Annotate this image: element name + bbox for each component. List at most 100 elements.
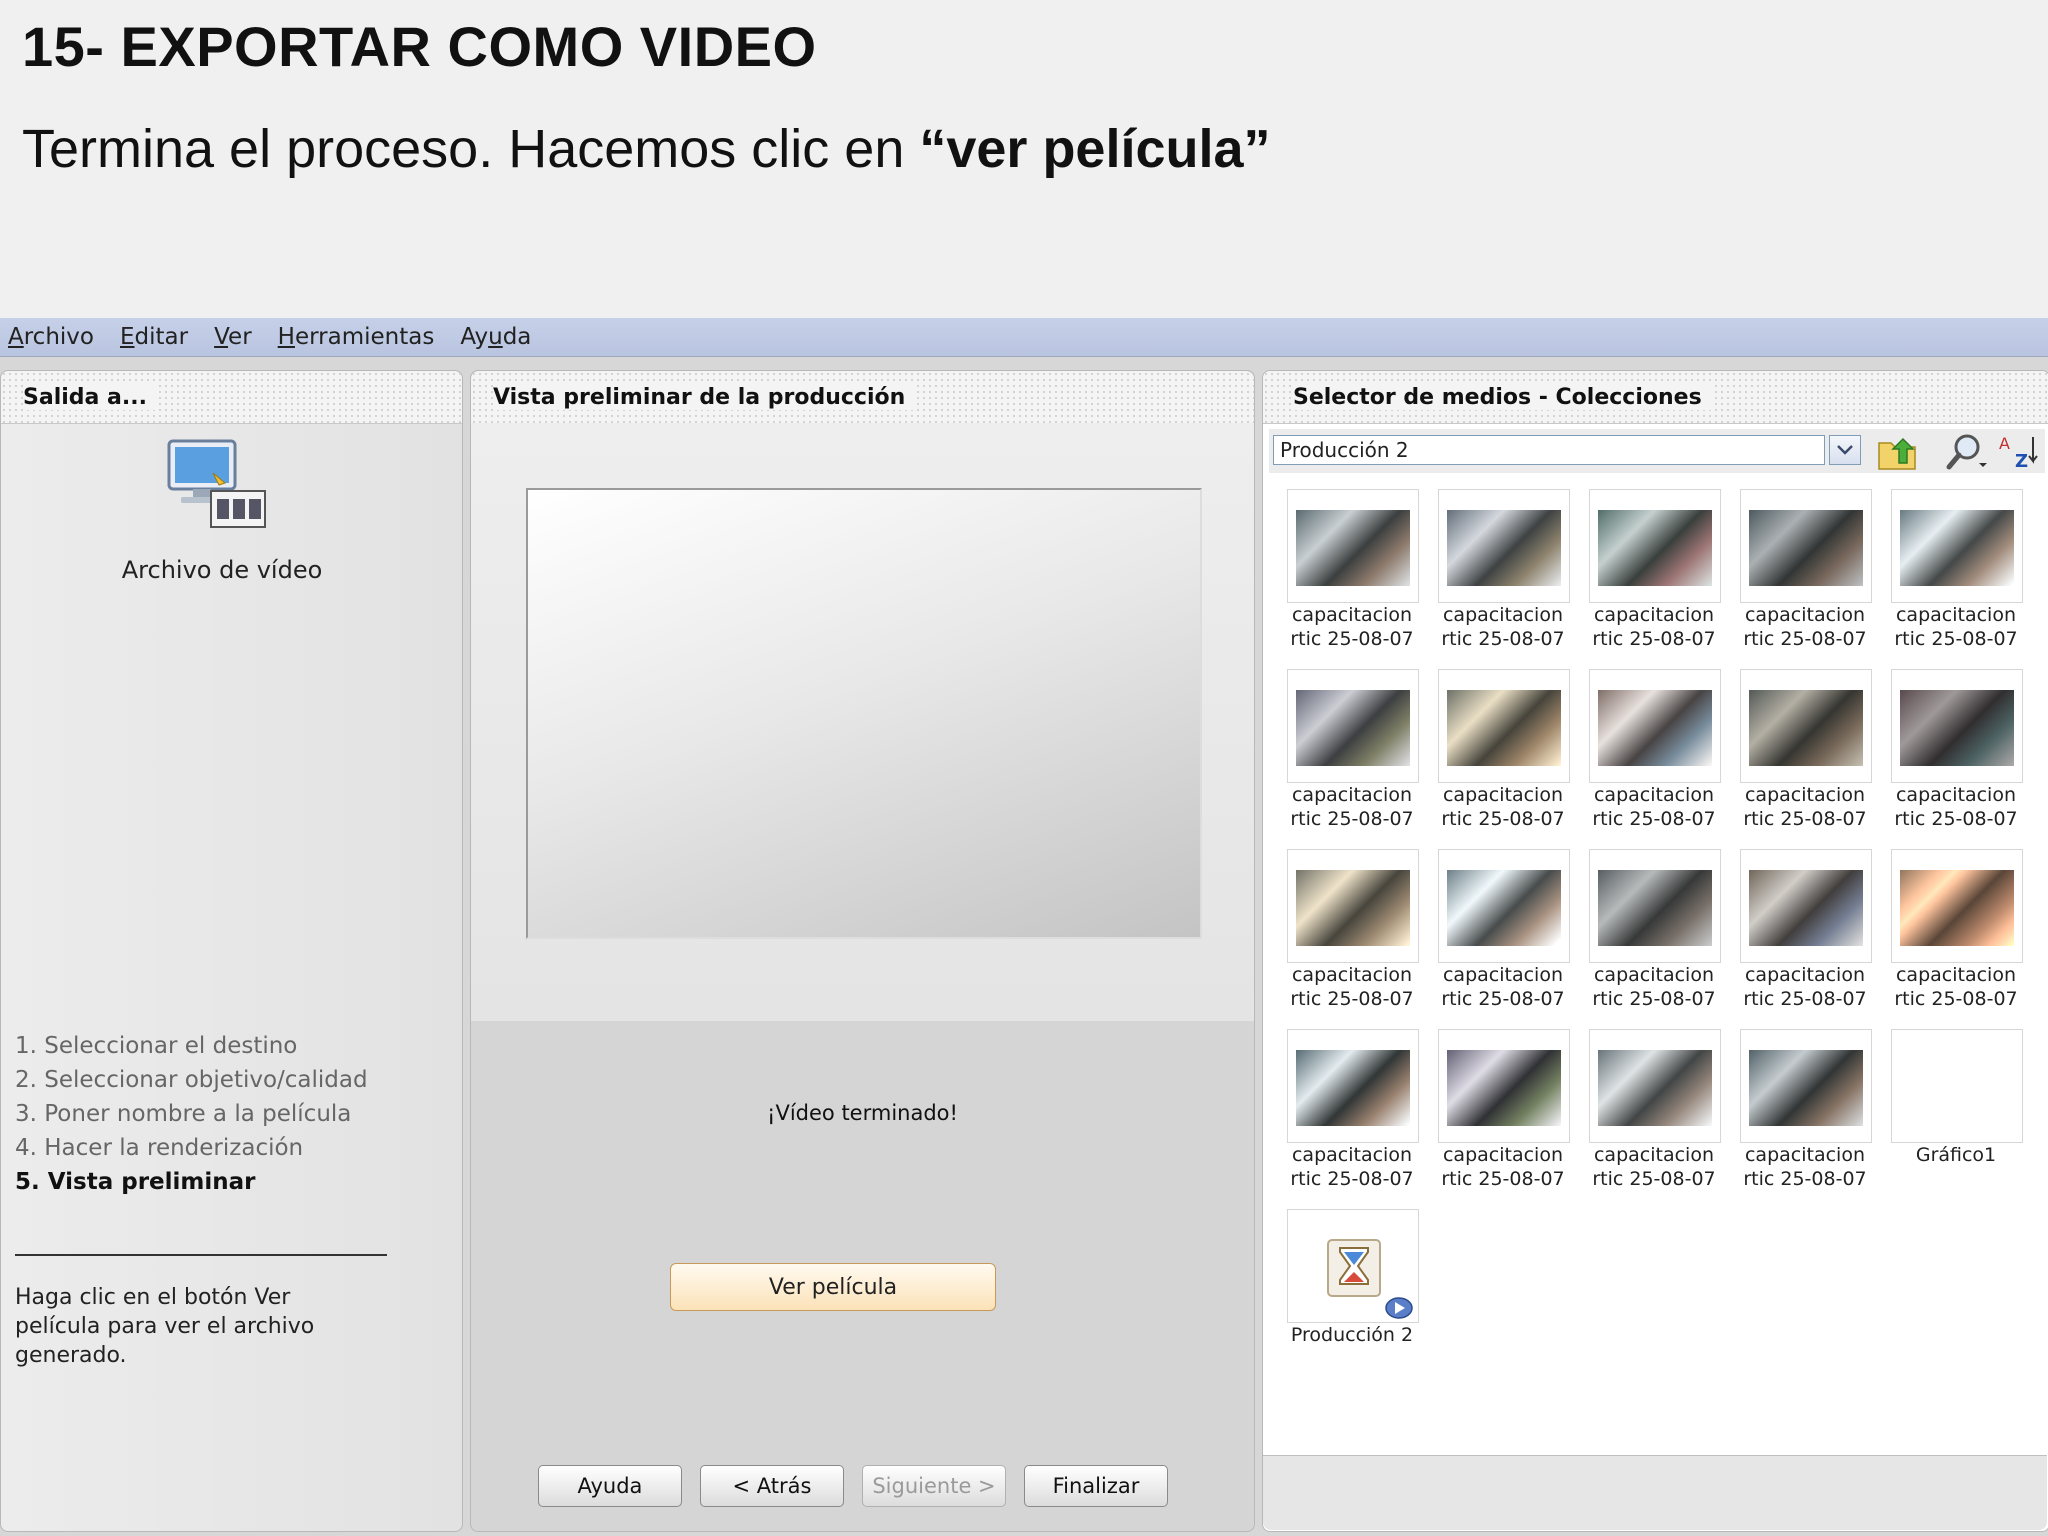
media-thumbnail (1891, 849, 2023, 963)
media-item[interactable]: capacitacion rtic 25-08-07 (1436, 489, 1576, 669)
photo-thumbnail (1296, 510, 1410, 586)
video-preview-screen (526, 488, 1202, 939)
media-item[interactable]: capacitacion rtic 25-08-07 (1738, 849, 1878, 1029)
media-label: capacitacion rtic 25-08-07 (1290, 604, 1414, 650)
media-thumbnail (1589, 669, 1721, 783)
photo-thumbnail (1749, 690, 1863, 766)
media-item[interactable]: capacitacion rtic 25-08-07 (1889, 849, 2029, 1029)
photo-thumbnail (1900, 510, 2014, 586)
slide-title: 15- EXPORTAR COMO VIDEO (22, 15, 817, 78)
media-thumbnail (1287, 849, 1419, 963)
media-item[interactable]: capacitacion rtic 25-08-07 (1436, 669, 1576, 849)
collection-dropdown[interactable]: Producción 2 (1273, 435, 1825, 465)
photo-thumbnail (1296, 690, 1410, 766)
media-thumbnail (1740, 669, 1872, 783)
media-item[interactable]: capacitacion rtic 25-08-07 (1285, 669, 1425, 849)
media-thumbnail (1891, 1029, 2023, 1143)
magnifier-icon[interactable] (1945, 433, 1987, 471)
next-button[interactable]: Siguiente > (862, 1465, 1006, 1507)
media-label: capacitacion rtic 25-08-07 (1290, 964, 1414, 1010)
output-panel-title: Salida a... (23, 385, 157, 410)
media-thumbnail (1438, 489, 1570, 603)
help-text: Haga clic en el botón Ver película para … (15, 1285, 315, 1368)
slide-subtitle-text: Termina el proceso. Hacemos clic en (22, 119, 920, 179)
slide-subtitle-emphasis: “ver película” (919, 119, 1271, 179)
chevron-down-icon[interactable] (1829, 435, 1861, 465)
media-label: capacitacion rtic 25-08-07 (1592, 1144, 1716, 1190)
media-label: Gráfico1 (1915, 1144, 1997, 1166)
svg-text:A: A (1999, 434, 2010, 453)
help-button[interactable]: Ayuda (538, 1465, 682, 1507)
photo-thumbnail (1447, 690, 1561, 766)
production-item[interactable]: Producción 2 (1285, 1209, 1425, 1389)
menu-herramientas[interactable]: Herramientas (278, 324, 435, 350)
media-item[interactable]: capacitacion rtic 25-08-07 (1285, 1029, 1425, 1209)
video-file-icon[interactable] (167, 439, 267, 531)
media-item[interactable]: capacitacion rtic 25-08-07 (1285, 489, 1425, 669)
wizard-step-active: 5. Vista preliminar (15, 1169, 256, 1195)
media-label: capacitacion rtic 25-08-07 (1441, 784, 1565, 830)
media-item[interactable]: capacitacion rtic 25-08-07 (1436, 849, 1576, 1029)
preview-area (471, 423, 1254, 1021)
media-label: capacitacion rtic 25-08-07 (1743, 604, 1867, 650)
photo-thumbnail (1900, 690, 2014, 766)
media-item[interactable]: capacitacion rtic 25-08-07 (1587, 489, 1727, 669)
media-label: capacitacion rtic 25-08-07 (1743, 964, 1867, 1010)
media-item[interactable]: capacitacion rtic 25-08-07 (1587, 849, 1727, 1029)
media-item[interactable]: capacitacion rtic 25-08-07 (1436, 1029, 1576, 1209)
media-label: capacitacion rtic 25-08-07 (1894, 964, 2018, 1010)
media-thumbnail (1740, 489, 1872, 603)
media-label: capacitacion rtic 25-08-07 (1592, 784, 1716, 830)
photo-thumbnail (1296, 1050, 1410, 1126)
menu-ver[interactable]: Ver (214, 324, 252, 350)
output-panel-header: Salida a... (1, 371, 462, 424)
photo-thumbnail (1749, 870, 1863, 946)
svg-text:Z: Z (2015, 451, 2028, 471)
media-label: capacitacion rtic 25-08-07 (1441, 1144, 1565, 1190)
output-panel: Salida a... Archivo de vídeo 1. Seleccio… (0, 370, 463, 1532)
photo-thumbnail (1598, 1050, 1712, 1126)
folder-up-icon[interactable] (1877, 433, 1919, 471)
media-item[interactable]: capacitacion rtic 25-08-07 (1738, 669, 1878, 849)
watch-movie-button[interactable]: Ver película (670, 1263, 996, 1311)
output-option-label[interactable]: Archivo de vídeo (1, 556, 443, 584)
render-status: ¡Vídeo terminado! (767, 1101, 958, 1125)
media-item[interactable]: capacitacion rtic 25-08-07 (1587, 1029, 1727, 1209)
media-item[interactable]: Gráfico1 (1889, 1029, 2029, 1209)
media-label: capacitacion rtic 25-08-07 (1592, 964, 1716, 1010)
media-thumbnail (1438, 1029, 1570, 1143)
media-selector-header: Selector de medios - Colecciones (1263, 371, 2048, 424)
slide-subtitle: Termina el proceso. Hacemos clic en “ver… (22, 118, 1271, 180)
preview-panel-header: Vista preliminar de la producción (471, 371, 1254, 424)
media-label: capacitacion rtic 25-08-07 (1743, 784, 1867, 830)
menu-ayuda[interactable]: Ayuda (460, 324, 531, 350)
photo-thumbnail (1598, 510, 1712, 586)
menu-archivo[interactable]: Archivo (8, 324, 94, 350)
menu-editar[interactable]: Editar (120, 324, 188, 350)
preview-panel: Vista preliminar de la producción ¡Vídeo… (470, 370, 1255, 1532)
media-item[interactable]: capacitacion rtic 25-08-07 (1889, 669, 2029, 849)
play-badge-icon (1384, 1296, 1414, 1320)
media-label: Producción 2 (1290, 1324, 1414, 1346)
wizard-steps: 1. Seleccionar el destino 2. Seleccionar… (15, 1029, 368, 1199)
preview-panel-title: Vista preliminar de la producción (493, 385, 916, 410)
back-button[interactable]: < Atrás (700, 1465, 844, 1507)
media-item[interactable]: capacitacion rtic 25-08-07 (1285, 849, 1425, 1029)
media-label: capacitacion rtic 25-08-07 (1290, 784, 1414, 830)
finish-button[interactable]: Finalizar (1024, 1465, 1168, 1507)
photo-thumbnail (1749, 1050, 1863, 1126)
media-item[interactable]: capacitacion rtic 25-08-07 (1738, 489, 1878, 669)
sort-az-icon[interactable]: A Z (1997, 433, 2039, 472)
media-thumbnail (1287, 1029, 1419, 1143)
photo-thumbnail (1447, 510, 1561, 586)
divider (15, 1254, 387, 1256)
photo-thumbnail (1447, 870, 1561, 946)
media-item[interactable]: capacitacion rtic 25-08-07 (1889, 489, 2029, 669)
photo-thumbnail (1598, 870, 1712, 946)
media-label: capacitacion rtic 25-08-07 (1592, 604, 1716, 650)
photo-thumbnail (1447, 1050, 1561, 1126)
media-item[interactable]: capacitacion rtic 25-08-07 (1738, 1029, 1878, 1209)
media-thumbnail (1438, 849, 1570, 963)
wizard-step: 2. Seleccionar objetivo/calidad (15, 1067, 368, 1093)
media-item[interactable]: capacitacion rtic 25-08-07 (1587, 669, 1727, 849)
